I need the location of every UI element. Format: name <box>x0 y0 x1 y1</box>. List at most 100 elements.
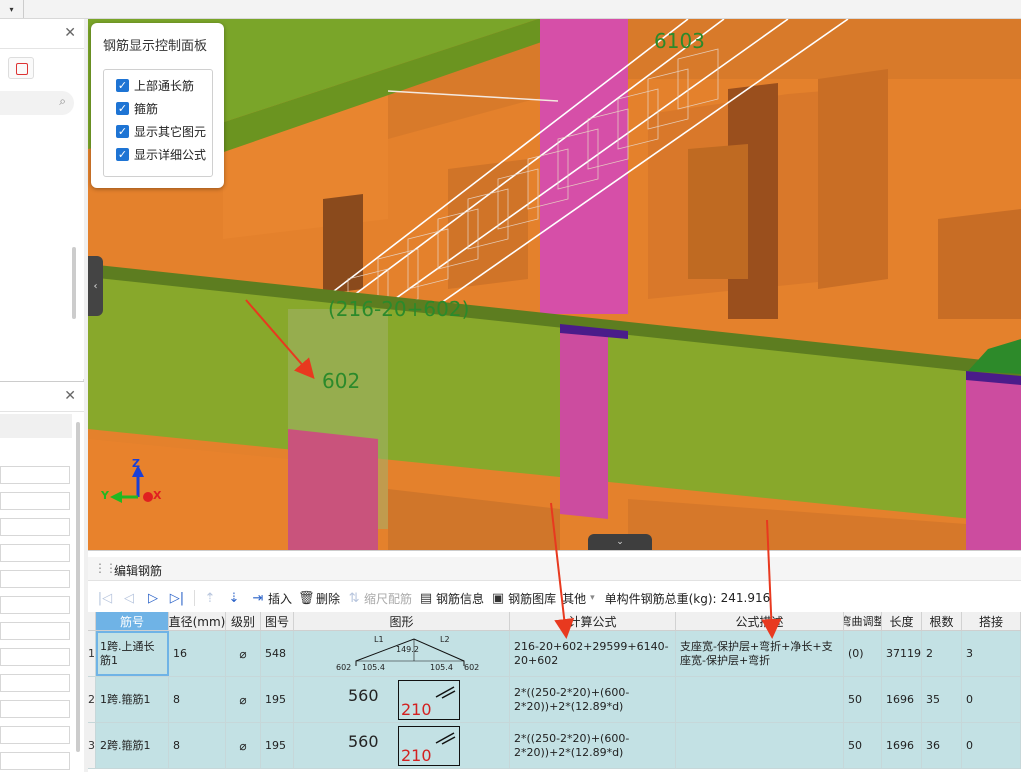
rebar-info-button[interactable]: ▤ 钢筋信息 <box>415 587 487 609</box>
cell-diameter[interactable]: 16 <box>169 631 226 676</box>
property-field[interactable] <box>0 648 70 666</box>
row-number[interactable]: 2 <box>88 677 96 722</box>
first-record-button[interactable]: |◁ <box>94 587 118 609</box>
cell-shape[interactable]: L1 L2 149.2 105.4 105.4 602 602 <box>294 631 510 676</box>
column-header[interactable]: 直径(mm) <box>169 612 226 630</box>
cell-bend-adjust[interactable]: (0) <box>844 631 882 676</box>
column-header[interactable]: 计算公式 <box>510 612 676 630</box>
property-field[interactable] <box>0 492 70 510</box>
cell-name[interactable]: 1跨.上通长筋1 <box>96 631 169 676</box>
column-header[interactable]: 图号 <box>261 612 294 630</box>
delete-button[interactable]: 🗑 删除 <box>295 587 343 609</box>
close-icon[interactable]: ✕ <box>64 388 76 404</box>
3d-viewport[interactable]: 6103 (216-20+602) 602 Z Y X <box>88 19 1021 550</box>
drag-handle-icon[interactable]: ⋮⋮ <box>94 561 117 575</box>
trash-icon: 🗑 <box>298 590 315 606</box>
column-header[interactable]: 级别 <box>226 612 261 630</box>
property-field[interactable] <box>0 674 70 692</box>
cell-diameter[interactable]: 8 <box>169 723 226 768</box>
checkbox-detailed-formula[interactable]: ✓ 显示详细公式 <box>116 146 206 162</box>
search-input[interactable]: ⌕ <box>0 91 74 115</box>
scale-config-button[interactable]: ⇅ 缩尺配筋 <box>343 587 415 609</box>
cell-description[interactable] <box>676 677 844 722</box>
property-field[interactable] <box>0 726 70 744</box>
property-field[interactable] <box>0 570 70 588</box>
cell-grade[interactable]: ⌀ <box>226 723 261 768</box>
property-field[interactable] <box>0 622 70 640</box>
column-header[interactable]: 长度 <box>882 612 922 630</box>
dropdown-toggle-icon[interactable]: ▾ <box>0 0 24 18</box>
collapse-bottom-handle[interactable]: ⌄ <box>588 534 652 550</box>
property-field[interactable] <box>0 518 70 536</box>
cell-bend-adjust[interactable]: 50 <box>844 677 882 722</box>
cell-shape-no[interactable]: 195 <box>261 723 294 768</box>
checkbox-checked-icon[interactable]: ✓ <box>116 101 129 115</box>
column-header[interactable]: 弯曲调整 <box>844 612 882 630</box>
property-field[interactable] <box>0 466 70 484</box>
cell-shape[interactable]: 560 210 <box>294 723 510 768</box>
cell-count[interactable]: 2 <box>922 631 962 676</box>
shape-dim-b: 105.4 <box>362 663 385 672</box>
cell-count[interactable]: 36 <box>922 723 962 768</box>
move-down-button[interactable]: ⇣ <box>223 587 247 609</box>
column-header[interactable]: 公式描述 <box>676 612 844 630</box>
cell-formula[interactable]: 2*((250-2*20)+(600-2*20))+2*(12.89*d) <box>510 677 676 722</box>
move-up-button[interactable]: ⇡ <box>199 587 223 609</box>
table-row[interactable]: 2 1跨.箍筋1 8 ⌀ 195 560 210 2*((250-2*20)+(… <box>88 677 1021 723</box>
checkbox-stirrup[interactable]: ✓ 箍筋 <box>116 100 158 116</box>
table-row[interactable]: 1 1跨.上通长筋1 16 ⌀ 548 L1 L2 149.2 105.4 10… <box>88 631 1021 677</box>
column-header[interactable]: 搭接 <box>962 612 1021 630</box>
close-icon[interactable]: ✕ <box>64 25 76 41</box>
cell-lap[interactable]: 0 <box>962 723 1021 768</box>
shape-right: 602 <box>464 663 480 672</box>
insert-button[interactable]: ⇥ 插入 <box>247 587 295 609</box>
cell-length[interactable]: 1696 <box>882 723 922 768</box>
cell-lap[interactable]: 3 <box>962 631 1021 676</box>
property-field[interactable] <box>0 544 70 562</box>
checkbox-checked-icon[interactable]: ✓ <box>116 78 129 92</box>
cell-count[interactable]: 35 <box>922 677 962 722</box>
cell-length[interactable]: 37119 <box>882 631 922 676</box>
component-list-icon[interactable] <box>8 57 34 79</box>
cell-bend-adjust[interactable]: 50 <box>844 723 882 768</box>
checkbox-checked-icon[interactable]: ✓ <box>116 124 129 138</box>
scrollbar[interactable] <box>76 422 80 752</box>
cell-shape-no[interactable]: 548 <box>261 631 294 676</box>
other-dropdown[interactable]: 其他 ▾ <box>559 587 598 609</box>
column-header[interactable]: 根数 <box>922 612 962 630</box>
property-field[interactable] <box>0 752 70 770</box>
row-number[interactable]: 3 <box>88 723 96 768</box>
property-field[interactable] <box>0 596 70 614</box>
collapse-left-handle[interactable]: ‹ <box>88 256 103 316</box>
cell-formula[interactable]: 216-20+602+29599+6140-20+602 <box>510 631 676 676</box>
column-header[interactable]: 筋号 <box>96 612 169 630</box>
cell-grade[interactable]: ⌀ <box>226 631 261 676</box>
checkbox-top-rebar[interactable]: ✓ 上部通长筋 <box>116 77 194 93</box>
cell-name[interactable]: 2跨.箍筋1 <box>96 723 169 768</box>
cell-diameter[interactable]: 8 <box>169 677 226 722</box>
cell-name[interactable]: 1跨.箍筋1 <box>96 677 169 722</box>
cell-description[interactable] <box>676 723 844 768</box>
rebar-info-icon: ▤ <box>419 590 433 606</box>
cell-shape-no[interactable]: 195 <box>261 677 294 722</box>
previous-record-button[interactable]: ◁ <box>118 587 142 609</box>
row-number-header <box>88 612 96 630</box>
rebar-library-button[interactable]: ▣ 钢筋图库 <box>487 587 559 609</box>
axis-z-label: Z <box>132 457 140 470</box>
last-record-button[interactable]: ▷| <box>166 587 190 609</box>
cell-description[interactable]: 支座宽-保护层+弯折+净长+支座宽-保护层+弯折 <box>676 631 844 676</box>
property-field[interactable] <box>0 700 70 718</box>
checkbox-checked-icon[interactable]: ✓ <box>116 147 129 161</box>
scrollbar[interactable] <box>72 247 76 319</box>
next-record-button[interactable]: ▷ <box>142 587 166 609</box>
column-header[interactable]: 图形 <box>294 612 510 630</box>
cell-formula[interactable]: 2*((250-2*20)+(600-2*20))+2*(12.89*d) <box>510 723 676 768</box>
table-row[interactable]: 3 2跨.箍筋1 8 ⌀ 195 560 210 2*((250-2*20)+(… <box>88 723 1021 769</box>
checkbox-other-elements[interactable]: ✓ 显示其它图元 <box>116 123 206 139</box>
row-number[interactable]: 1 <box>88 631 96 676</box>
cell-length[interactable]: 1696 <box>882 677 922 722</box>
cell-grade[interactable]: ⌀ <box>226 677 261 722</box>
cell-lap[interactable]: 0 <box>962 677 1021 722</box>
cell-shape[interactable]: 560 210 <box>294 677 510 722</box>
panel-title: 钢筋显示控制面板 <box>103 39 208 54</box>
